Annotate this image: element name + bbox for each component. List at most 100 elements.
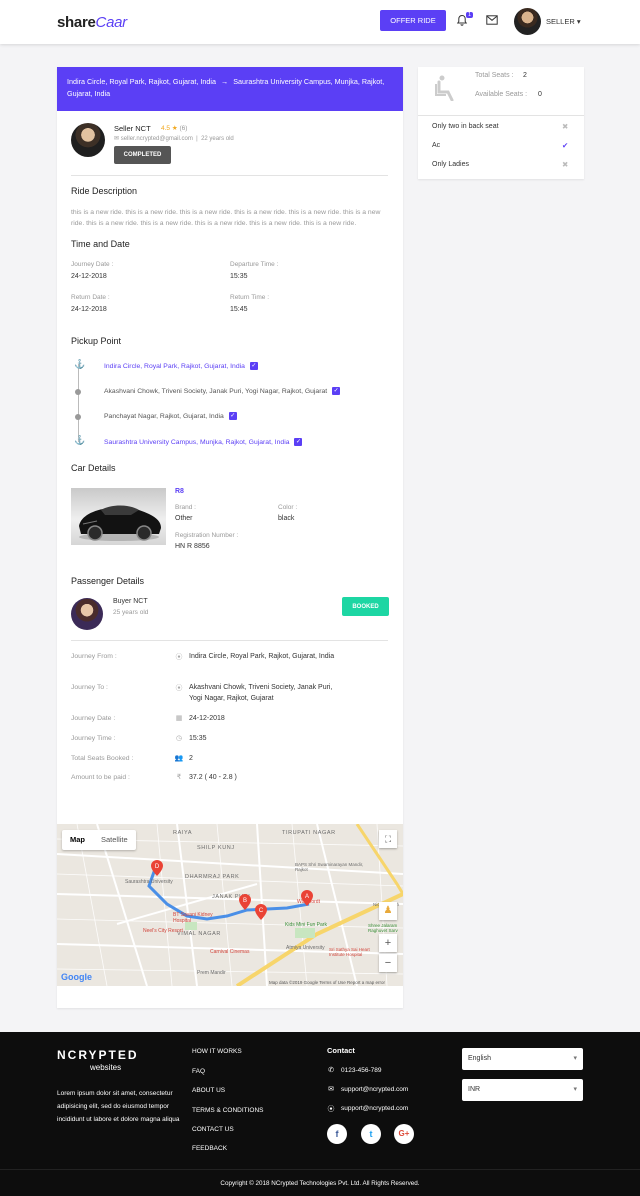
map-marker-a[interactable]: A [301, 890, 313, 906]
footer-link-how-it-works[interactable]: HOW IT WORKS [192, 1048, 242, 1055]
car-image[interactable] [71, 488, 166, 545]
map-marker-d[interactable]: D [151, 860, 163, 876]
car-details-title: Car Details [71, 463, 116, 473]
cross-icon: ✖ [562, 160, 569, 169]
facebook-icon[interactable]: f [327, 1124, 347, 1144]
zoom-in-button[interactable]: + [379, 934, 397, 952]
seller-name[interactable]: Seller NCT [114, 124, 151, 133]
offer-ride-button[interactable]: OFFER RIDE [380, 10, 446, 31]
seller-age: 22 years old [201, 136, 234, 142]
site-footer: NCRYPTED websites Lorem ipsum dolor sit … [0, 1032, 640, 1196]
footer-link-feedback[interactable]: FEEDBACK [192, 1145, 227, 1152]
clock-icon: ◷ [175, 735, 183, 742]
passenger-journey-date-label: Journey Date : [71, 715, 116, 722]
return-date-value: 24-12-2018 [71, 306, 107, 313]
journey-to-label: Journey To : [71, 684, 108, 691]
passenger-journey-date-value: 24-12-2018 [189, 715, 225, 722]
departure-time-value: 15:35 [230, 273, 248, 280]
site-logo[interactable]: shareCaar [57, 14, 127, 31]
car-reg-label: Registration Number : [175, 532, 239, 539]
footer-logo[interactable]: NCRYPTED [57, 1048, 139, 1062]
user-avatar[interactable] [514, 8, 541, 35]
phone-icon: ✆ [328, 1067, 334, 1074]
route-map[interactable]: RAIYA TIRUPATI NAGAR SHILP KUNJ DHARMRAJ… [57, 824, 403, 986]
map-label: Prem Mandir [197, 970, 226, 976]
car-brand-label: Brand : [175, 504, 196, 511]
car-color-value: black [278, 515, 295, 522]
seat-icon [434, 75, 456, 107]
copyright-text: Copyright © 2018 NCrypted Technologies P… [220, 1180, 420, 1187]
pickup-point-1[interactable]: Indira Circle, Royal Park, Rajkot, Gujar… [104, 362, 258, 370]
footer-logo-sub: websites [90, 1063, 122, 1072]
divider [418, 115, 584, 116]
map-label: Atmiya University [286, 945, 325, 951]
route-from: Indira Circle, Royal Park, Rajkot, Gujar… [67, 77, 217, 86]
star-icon: ★ [171, 125, 178, 132]
car-illustration [79, 505, 161, 541]
fullscreen-icon[interactable]: ⛶ [379, 830, 397, 848]
waypoint-dot-icon [75, 414, 81, 420]
check-icon: ✓ [228, 412, 237, 420]
currency-select[interactable]: INR ▾ [462, 1079, 583, 1101]
map-tab-map[interactable]: Map [62, 830, 93, 850]
map-marker-b[interactable]: B [239, 894, 251, 910]
cross-icon: ✖ [562, 122, 569, 131]
footer-link-faq[interactable]: FAQ [192, 1068, 205, 1075]
zoom-out-button[interactable]: − [379, 954, 397, 972]
check-icon: ✓ [332, 387, 341, 395]
passenger-avatar[interactable] [71, 598, 103, 630]
ride-description-text: this is a new ride. this is a new ride. … [71, 209, 381, 227]
pickup-point-2[interactable]: Akashvani Chowk, Triveni Society, Janak … [104, 387, 341, 395]
total-seats-booked-value: 2 [189, 755, 193, 762]
map-attribution[interactable]: Map data ©2019 Google Terms of Use Repor… [269, 980, 385, 985]
map-tab-satellite[interactable]: Satellite [93, 830, 136, 850]
envelope-icon: ✉ [328, 1086, 334, 1093]
mail-icon[interactable] [486, 15, 498, 25]
map-marker-c[interactable]: C [255, 904, 267, 920]
map-label: BAPS Shri Swaminarayan Mandir, Rajkot [295, 862, 364, 872]
chevron-down-icon: ▾ [576, 17, 581, 26]
location-pin-icon: ⦿ [175, 685, 183, 692]
calendar-icon: ▦ [175, 715, 183, 722]
available-seats-label: Available Seats : [475, 91, 528, 98]
total-seats-booked-label: Total Seats Booked : [71, 755, 134, 762]
pegman-icon[interactable]: ♟ [379, 902, 397, 920]
passenger-journey-time-label: Journey Time : [71, 735, 116, 742]
passenger-name[interactable]: Buyer NCT [113, 598, 148, 605]
svg-text:D: D [155, 864, 160, 870]
pickup-point-3[interactable]: Panchayat Nagar, Rajkot, Gujarat, India ✓ [104, 412, 237, 420]
top-navbar: shareCaar OFFER RIDE 1 SELLER ▾ [0, 0, 640, 44]
return-date-label: Return Date : [71, 294, 110, 301]
user-menu[interactable]: SELLER ▾ [546, 17, 581, 26]
footer-email-1[interactable]: support@ncrypted.com [341, 1086, 408, 1093]
amount-value: 37.2 ( 40 - 2.8 ) [189, 774, 237, 781]
amenity-only-ladies: Only Ladies [432, 161, 469, 168]
amount-label: Amount to be paid : [71, 774, 130, 781]
arrow-right-icon: → [221, 77, 229, 86]
footer-email-2[interactable]: support@ncrypted.com [341, 1105, 408, 1112]
footer-link-contact-us[interactable]: CONTACT US [192, 1126, 234, 1133]
footer-phone[interactable]: 0123-456-789 [341, 1067, 381, 1074]
language-select[interactable]: English ▾ [462, 1048, 583, 1070]
seller-avatar[interactable] [71, 123, 105, 157]
divider [71, 640, 388, 641]
google-plus-icon[interactable]: G+ [394, 1124, 414, 1144]
svg-text:C: C [259, 908, 264, 914]
car-model[interactable]: R8 [175, 488, 184, 495]
map-label: VIMAL NAGAR [177, 931, 221, 937]
ride-description-title: Ride Description [71, 186, 138, 196]
seller-email: ✉ seller.ncrypted@gmail.com | 22 years o… [114, 136, 234, 142]
footer-link-about-us[interactable]: ABOUT US [192, 1087, 225, 1094]
total-seats-label: Total Seats : [475, 72, 514, 79]
car-reg-value: HN R 8856 [175, 543, 210, 550]
pickup-point-4[interactable]: Saurashtra University Campus, Munjka, Ra… [104, 438, 303, 446]
twitter-icon[interactable]: t [361, 1124, 381, 1144]
pickup-point-title: Pickup Point [71, 336, 122, 346]
seller-rating: 4.5 ★ (6) [161, 125, 188, 132]
check-icon: ✓ [294, 438, 303, 446]
map-label: RAIYA [173, 830, 193, 836]
departure-time-label: Departure Time : [230, 261, 279, 268]
return-time-value: 15:45 [230, 306, 248, 313]
envelope-icon: ✉ [114, 136, 120, 142]
footer-link-terms[interactable]: TERMS & CONDITIONS [192, 1107, 264, 1114]
